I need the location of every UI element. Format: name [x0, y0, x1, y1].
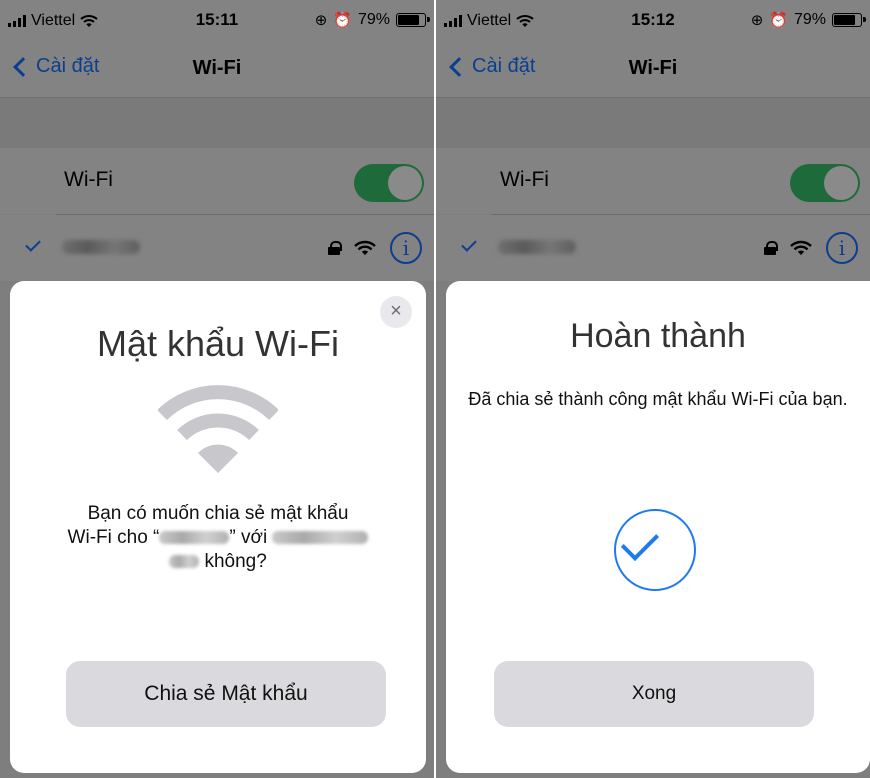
- done-button[interactable]: Xong: [494, 661, 814, 727]
- network-icons: i: [764, 232, 858, 264]
- nav-bar: Cài đặt Wi-Fi: [436, 40, 870, 98]
- info-button[interactable]: i: [826, 232, 858, 264]
- share-complete-sheet: Hoàn thành Đã chia sẻ thành công mật khẩ…: [446, 281, 870, 773]
- screenshot-pair: Viettel 15:11 ⊕ ⏰ 79% Cài đặt Wi-Fi Wi-F…: [0, 0, 870, 778]
- phone-screen-share-prompt: Viettel 15:11 ⊕ ⏰ 79% Cài đặt Wi-Fi Wi-F…: [0, 0, 434, 778]
- battery-icon: [396, 13, 430, 27]
- prompt-line-1: Bạn có muốn chia sẻ mật khẩu: [87, 503, 349, 524]
- battery-percent: 79%: [357, 11, 390, 28]
- battery-percent: 79%: [793, 11, 826, 28]
- orientation-lock-icon: ⊕: [750, 12, 764, 29]
- battery-icon: [832, 13, 866, 27]
- wifi-label: Wi-Fi: [64, 168, 113, 191]
- nav-bar: Cài đặt Wi-Fi: [0, 40, 434, 98]
- toggle-knob: [388, 166, 422, 200]
- connected-network-row[interactable]: i: [436, 215, 870, 281]
- contact-name-redacted: [272, 531, 369, 545]
- wifi-toggle[interactable]: [354, 164, 424, 202]
- network-icons: i: [328, 232, 422, 264]
- contact-name-redacted-2: [169, 555, 200, 569]
- sheet-heading: Mật khẩu Wi-Fi: [96, 323, 340, 364]
- prompt-line-3-suffix: không?: [204, 551, 267, 572]
- alarm-icon: ⏰: [769, 12, 788, 29]
- wifi-icon: [790, 240, 812, 255]
- wifi-icon: [354, 240, 376, 255]
- lock-icon: [764, 241, 778, 255]
- status-bar: Viettel 15:11 ⊕ ⏰ 79%: [0, 0, 434, 40]
- toggle-knob: [824, 166, 858, 200]
- lock-icon: [328, 241, 342, 255]
- wifi-toggle-row: Wi-Fi: [0, 148, 434, 214]
- success-check-icon: [614, 509, 696, 591]
- share-password-sheet: × Mật khẩu Wi-Fi Bạn có muốn chia sẻ mật…: [10, 281, 426, 773]
- checkmark-icon: [620, 522, 660, 561]
- checkmark-icon: [461, 236, 477, 252]
- share-password-button[interactable]: Chia sẻ Mật khẩu: [66, 661, 386, 727]
- share-prompt-text: Bạn có muốn chia sẻ mật khẩu Wi-Fi cho “…: [50, 502, 386, 574]
- share-complete-text: Đã chia sẻ thành công mật khẩu Wi-Fi của…: [468, 389, 848, 409]
- section-gap: [0, 98, 434, 148]
- status-right: ⊕ ⏰ 79%: [314, 11, 430, 29]
- info-button[interactable]: i: [390, 232, 422, 264]
- status-bar: Viettel 15:12 ⊕ ⏰ 79%: [436, 0, 870, 40]
- network-name-redacted: [159, 531, 230, 545]
- section-gap: [436, 98, 870, 148]
- nav-title: Wi-Fi: [192, 57, 242, 79]
- prompt-line-2-mid: ” với: [229, 527, 268, 548]
- phone-screen-share-done: Viettel 15:12 ⊕ ⏰ 79% Cài đặt Wi-Fi Wi-F…: [436, 0, 870, 778]
- status-right: ⊕ ⏰ 79%: [750, 11, 866, 29]
- prompt-line-2-prefix: Wi-Fi cho “: [67, 527, 160, 548]
- network-name-redacted: [62, 240, 140, 254]
- wifi-large-icon: [158, 385, 278, 473]
- checkmark-icon: [25, 236, 41, 252]
- nav-title: Wi-Fi: [628, 57, 678, 79]
- wifi-toggle-row: Wi-Fi: [436, 148, 870, 214]
- alarm-icon: ⏰: [333, 12, 352, 29]
- sheet-heading: Hoàn thành: [570, 317, 746, 355]
- wifi-label: Wi-Fi: [500, 168, 549, 191]
- connected-network-row[interactable]: i: [0, 215, 434, 281]
- orientation-lock-icon: ⊕: [314, 12, 328, 29]
- wifi-toggle[interactable]: [790, 164, 860, 202]
- network-name-redacted: [498, 240, 576, 254]
